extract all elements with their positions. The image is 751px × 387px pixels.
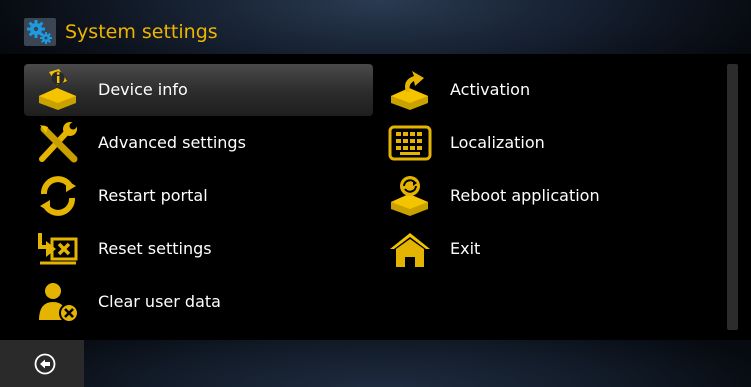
menu-item-restart-portal[interactable]: Restart portal [24, 170, 373, 222]
menu-item-advanced-settings[interactable]: Advanced settings [24, 117, 373, 169]
reboot-icon [388, 174, 432, 218]
menu-item-label: Device info [98, 80, 188, 99]
activation-icon [388, 68, 432, 112]
clear-user-icon [36, 280, 80, 324]
footer-bar [0, 340, 751, 387]
home-icon [388, 227, 432, 271]
page-title: System settings [65, 21, 218, 43]
reset-icon [36, 227, 80, 271]
menu-item-label: Activation [450, 80, 531, 99]
menu-item-clear-user-data[interactable]: Clear user data [24, 276, 373, 328]
header-bar: System settings [0, 0, 751, 54]
menu-item-label: Clear user data [98, 292, 221, 311]
device-info-icon [36, 68, 80, 112]
back-button-area[interactable] [0, 340, 84, 387]
menu-item-label: Advanced settings [98, 133, 246, 152]
tools-icon [36, 121, 80, 165]
restart-icon [36, 174, 80, 218]
scrollbar[interactable] [727, 64, 738, 330]
menu-item-reset-settings[interactable]: Reset settings [24, 223, 373, 275]
menu-item-label: Reset settings [98, 239, 212, 258]
menu-item-label: Localization [450, 133, 545, 152]
menu-item-activation[interactable]: Activation [376, 64, 706, 116]
menu-item-exit[interactable]: Exit [376, 223, 706, 275]
keyboard-icon [388, 121, 432, 165]
menu-item-label: Restart portal [98, 186, 208, 205]
menu-item-label: Exit [450, 239, 481, 258]
menu-item-device-info[interactable]: Device info [24, 64, 373, 116]
menu-item-label: Reboot application [450, 186, 600, 205]
gears-icon [24, 18, 56, 46]
menu-item-reboot-application[interactable]: Reboot application [376, 170, 706, 222]
menu-item-localization[interactable]: Localization [376, 117, 706, 169]
back-icon[interactable] [34, 353, 56, 375]
